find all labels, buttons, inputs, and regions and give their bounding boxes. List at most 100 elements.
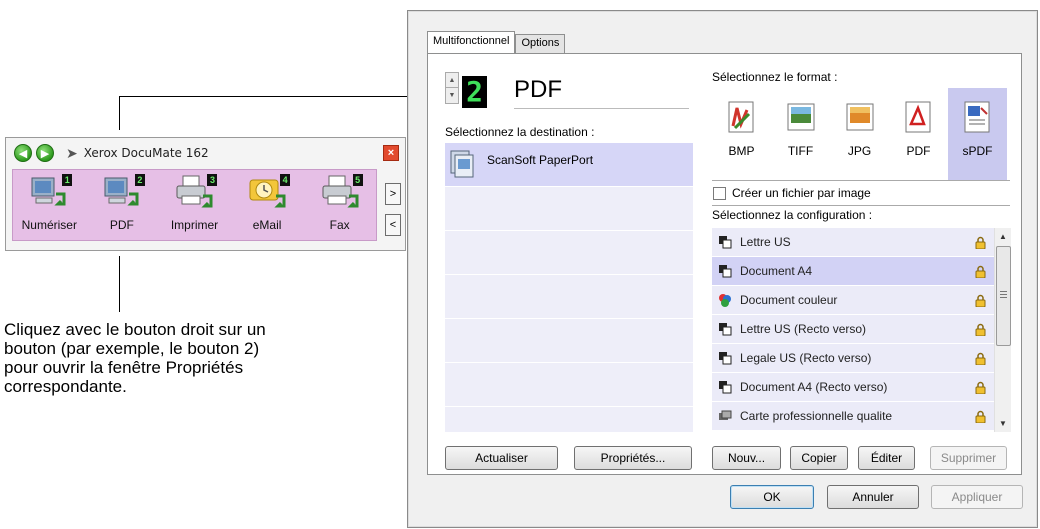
email-icon: 4: [246, 174, 291, 210]
next-buttons-button[interactable]: >: [385, 183, 401, 205]
configuration-row[interactable]: Document A4: [712, 257, 994, 286]
destination-row[interactable]: [445, 275, 693, 319]
panel-button-pdf[interactable]: 2 PDF: [86, 170, 159, 240]
configuration-row[interactable]: Legale US (Recto verso): [712, 344, 994, 373]
panel-button-scan[interactable]: 1 Numériser: [13, 170, 86, 240]
lock-icon: [975, 352, 986, 365]
destination-row[interactable]: [445, 231, 693, 275]
panel-title: Xerox DocuMate 162: [83, 146, 209, 160]
configuration-row[interactable]: Lettre US: [712, 228, 994, 257]
fax-icon: 5: [319, 174, 363, 210]
divider: [712, 180, 1010, 181]
configuration-label-text: Lettre US (Recto verso): [740, 322, 867, 336]
format-tiff[interactable]: TIFF: [771, 88, 830, 180]
panel-title-bar: ◀ ▶ ➤ Xerox DocuMate 162 ×: [6, 138, 405, 168]
panel-button-label: PDF: [109, 218, 134, 232]
spdf-icon: [964, 101, 989, 133]
jpg-icon: [846, 103, 873, 131]
panel-button-print[interactable]: 3 Imprimer: [158, 170, 231, 240]
configuration-label-text: Document A4: [740, 264, 813, 278]
printer-icon: 3: [173, 174, 218, 210]
destination-label: Sélectionnez la destination :: [445, 125, 595, 139]
close-icon[interactable]: ×: [383, 145, 399, 161]
color-config-icon: [719, 294, 731, 307]
grip-icon: [1000, 297, 1007, 298]
edit-button[interactable]: Éditer: [858, 446, 915, 470]
delete-button[interactable]: Supprimer: [930, 446, 1007, 470]
destination-row[interactable]: [445, 363, 693, 407]
lock-icon: [975, 410, 986, 423]
button-number-spinner[interactable]: ▲ ▼: [445, 72, 459, 104]
format-label-text: sPDF: [962, 144, 993, 158]
copy-button[interactable]: Copier: [790, 446, 848, 470]
destination-row[interactable]: [445, 407, 693, 433]
panel-button-strip: 1 Numériser 2 PDF 3 Imprimer 4 eMail 5 F…: [12, 169, 377, 241]
format-selector: BMP TIFF JPG PDF sPDF: [712, 88, 1010, 180]
configuration-label-text: Lettre US: [740, 235, 791, 249]
configuration-row[interactable]: Lettre US (Recto verso): [712, 315, 994, 344]
tab-strip: Multifonctionnel Options: [427, 31, 566, 53]
destination-row[interactable]: [445, 319, 693, 363]
lock-icon: [975, 323, 986, 336]
configuration-row[interactable]: Document couleur: [712, 286, 994, 315]
format-spdf[interactable]: sPDF: [948, 88, 1007, 180]
scroll-thumb[interactable]: [996, 246, 1011, 346]
button-number-badge: 3: [207, 174, 218, 186]
format-jpg[interactable]: JPG: [830, 88, 889, 180]
previous-buttons-button[interactable]: <: [385, 214, 401, 236]
button-number-badge: 1: [62, 174, 73, 186]
panel-button-email[interactable]: 4 eMail: [231, 170, 304, 240]
format-label-text: JPG: [847, 144, 872, 158]
one-touch-panel: ◀ ▶ ➤ Xerox DocuMate 162 × 1 Numériser 2…: [5, 137, 406, 251]
destination-row[interactable]: ScanSoft PaperPort: [445, 143, 693, 187]
new-button[interactable]: Nouv...: [712, 446, 781, 470]
one-file-per-image-label: Créer un fichier par image: [732, 186, 871, 200]
bw-config-icon: [719, 265, 732, 278]
properties-button[interactable]: Propriétés...: [574, 446, 692, 470]
button-name: PDF: [514, 76, 562, 103]
apply-button[interactable]: Appliquer: [931, 485, 1023, 509]
format-pdf[interactable]: PDF: [889, 88, 948, 180]
panel-button-label: eMail: [252, 218, 282, 232]
panel-button-fax[interactable]: 5 Fax: [303, 170, 376, 240]
lock-icon: [975, 294, 986, 307]
format-label-text: BMP: [728, 144, 755, 158]
tab-multifunction[interactable]: Multifonctionnel: [427, 31, 516, 53]
scan-to-pc-icon: 1: [28, 174, 73, 210]
bw-config-icon: [719, 381, 732, 394]
scan-to-pdf-icon: 2: [101, 174, 145, 210]
spin-up-icon[interactable]: ▲: [446, 73, 458, 88]
connector-line-top-horizontal: [119, 96, 442, 97]
configuration-scrollbar[interactable]: ▲ ▼: [994, 228, 1011, 432]
divider: [712, 205, 1010, 206]
configuration-row[interactable]: Document A4 (Recto verso): [712, 373, 994, 402]
destination-list[interactable]: ScanSoft PaperPort: [445, 143, 693, 433]
cancel-button[interactable]: Annuler: [827, 485, 919, 509]
button-number-badge: 4: [280, 174, 291, 186]
scroll-up-icon[interactable]: ▲: [995, 228, 1011, 245]
connector-line-bottom-vertical: [119, 256, 120, 312]
grip-icon: [1000, 291, 1007, 292]
grip-icon: [1000, 294, 1007, 295]
format-bmp[interactable]: BMP: [712, 88, 771, 180]
pdf-icon: [905, 101, 930, 133]
configuration-row[interactable]: Carte professionnelle qualite: [712, 402, 994, 431]
configuration-label-text: Carte professionnelle qualite: [740, 409, 893, 423]
destination-row[interactable]: [445, 187, 693, 231]
paperport-icon: [450, 150, 474, 178]
bmp-icon: [728, 101, 753, 133]
ok-button[interactable]: OK: [730, 485, 814, 509]
refresh-button[interactable]: Actualiser: [445, 446, 558, 470]
back-arrow-icon[interactable]: ◀: [14, 144, 32, 162]
annotation-line: pour ouvrir la fenêtre Propriétés: [4, 358, 244, 377]
spin-down-icon[interactable]: ▼: [446, 88, 458, 103]
scroll-down-icon[interactable]: ▼: [995, 415, 1011, 432]
tab-options[interactable]: Options: [515, 34, 566, 53]
tab-content: ▲ ▼ 2 PDF Sélectionnez la destination : …: [427, 53, 1022, 475]
forward-arrow-icon[interactable]: ▶: [36, 144, 54, 162]
divider: [514, 108, 689, 109]
configuration-label-text: Legale US (Recto verso): [740, 351, 872, 365]
one-file-per-image-checkbox[interactable]: [713, 187, 726, 200]
annotation-text: Cliquez avec le bouton droit sur un bout…: [4, 320, 364, 396]
configuration-list[interactable]: Lettre US Document A4 Document couleur L…: [712, 228, 994, 432]
